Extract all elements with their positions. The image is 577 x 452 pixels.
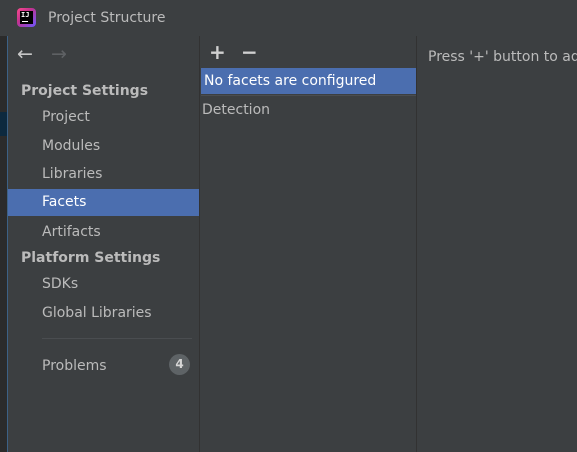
forward-arrow-icon[interactable]: → <box>51 42 67 66</box>
sidebar-item-label: Modules <box>42 138 101 154</box>
sidebar-item-sdks[interactable]: SDKs <box>8 271 199 298</box>
sidebar-item-label: Libraries <box>42 166 103 182</box>
sidebar-item-modules[interactable]: Modules <box>8 133 199 160</box>
remove-facet-button[interactable]: − <box>241 40 258 64</box>
facets-empty-row[interactable]: No facets are configured <box>201 68 416 94</box>
facets-panel: + − No facets are configured Detection <box>199 36 417 452</box>
sidebar-item-project[interactable]: Project <box>8 104 199 131</box>
sidebar-item-label: Global Libraries <box>42 305 152 321</box>
sidebar-item-label: Facets <box>42 194 87 210</box>
sidebar-item-label: Artifacts <box>42 224 101 240</box>
sidebar-divider <box>42 338 192 339</box>
sidebar-item-label: Problems <box>42 358 107 374</box>
sidebar-item-facets[interactable]: Facets <box>8 189 199 216</box>
intellij-logo-icon: IJ <box>17 8 36 27</box>
window-title: Project Structure <box>48 10 166 26</box>
facets-divider <box>201 95 416 96</box>
project-settings-header: Project Settings <box>21 83 149 99</box>
sidebar-item-global-libraries[interactable]: Global Libraries <box>8 300 199 327</box>
details-panel: Press '+' button to ad <box>417 36 577 452</box>
sidebar-item-label: Project <box>42 109 90 125</box>
detection-item[interactable]: Detection <box>202 97 270 123</box>
platform-settings-header: Platform Settings <box>21 250 161 266</box>
sidebar-item-libraries[interactable]: Libraries <box>8 161 199 188</box>
back-arrow-icon[interactable]: ← <box>17 42 33 66</box>
settings-sidebar: ← → Project Settings Project Modules Lib… <box>8 36 199 452</box>
sidebar-item-artifacts[interactable]: Artifacts <box>8 219 199 246</box>
problems-count-badge: 4 <box>169 354 190 375</box>
sidebar-item-label: SDKs <box>42 276 79 292</box>
empty-state-hint: Press '+' button to ad <box>428 49 577 65</box>
title-bar: IJ Project Structure <box>0 0 577 36</box>
add-facet-button[interactable]: + <box>209 40 226 64</box>
